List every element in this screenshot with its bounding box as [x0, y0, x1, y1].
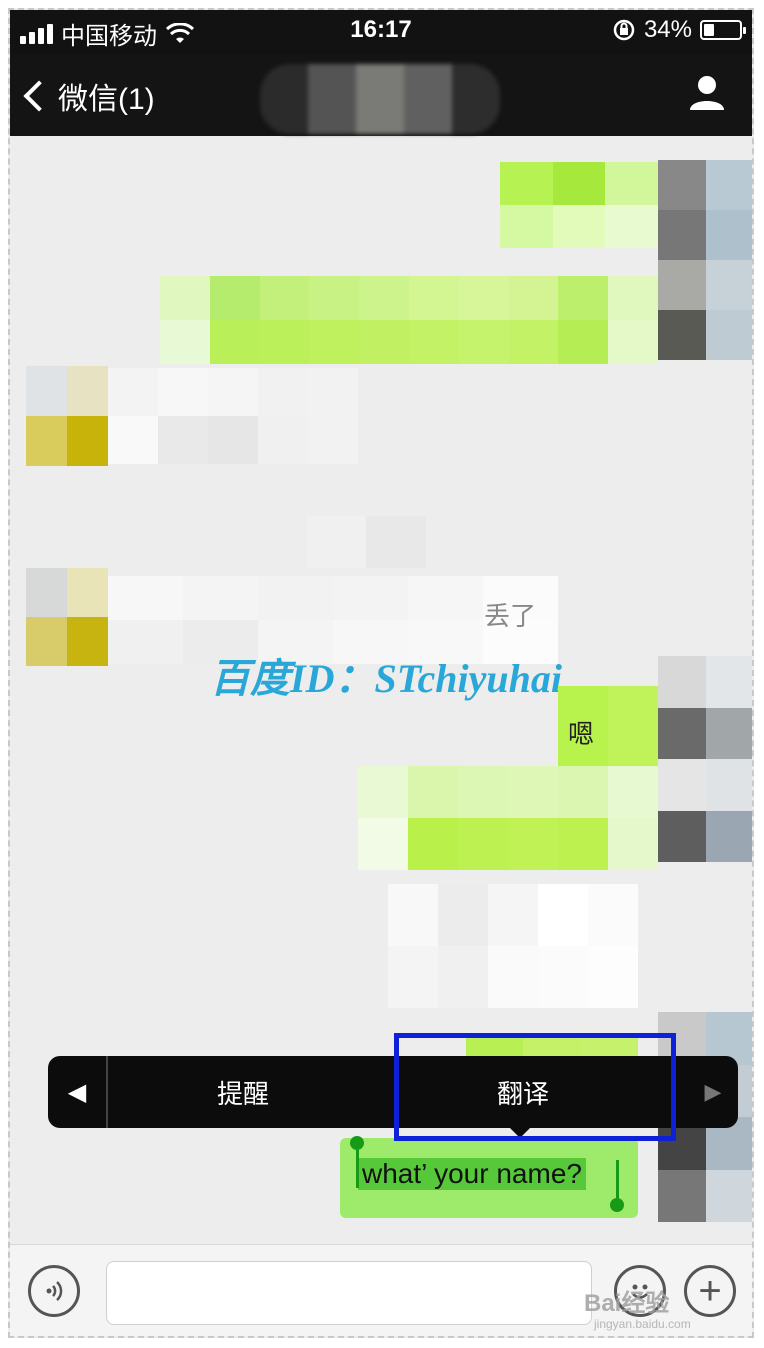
- chat-area: 丢了 百度ID：STchiyuhai 嗯 what’ your name? ◀ …: [10, 136, 752, 1244]
- selection-cursor-end: [616, 1160, 619, 1200]
- message-bubble-blurred: [306, 516, 426, 568]
- message-partial-text: 嗯: [568, 719, 595, 749]
- rotation-lock-icon: [613, 19, 635, 41]
- menu-prev-arrow[interactable]: ◀: [48, 1056, 108, 1128]
- selected-message-text[interactable]: what’ your name?: [358, 1158, 586, 1190]
- status-right: 34%: [612, 16, 746, 44]
- contact-title-blurred: [260, 64, 500, 134]
- message-bubble-contact: [108, 368, 358, 464]
- chevron-left-icon: [23, 80, 55, 112]
- battery-icon: [700, 20, 746, 40]
- menu-next-arrow[interactable]: ▶: [688, 1056, 738, 1128]
- plus-icon: +: [698, 1268, 722, 1313]
- nav-bar: 微信(1): [10, 54, 752, 136]
- back-button[interactable]: 微信(1): [23, 74, 155, 118]
- watermark-text: 百度ID：STchiyuhai: [210, 656, 562, 701]
- status-bar: 中国移动 16:17 34%: [10, 10, 752, 54]
- menu-item-remind[interactable]: 提醒: [168, 1074, 318, 1111]
- voice-icon: [46, 1281, 63, 1301]
- message-partial-text: 丢了: [484, 601, 537, 631]
- plus-button[interactable]: +: [684, 1265, 736, 1317]
- message-bubble-self: [500, 162, 658, 248]
- selected-message-bubble[interactable]: what’ your name?: [340, 1138, 638, 1218]
- avatar-self-1: [658, 160, 752, 360]
- message-bubble-self: [160, 276, 658, 364]
- profile-icon[interactable]: [688, 74, 726, 112]
- selection-handle-start[interactable]: [350, 1136, 364, 1150]
- baidu-logo-watermark: Bai经验: [584, 1290, 670, 1317]
- avatar-contact-2: [26, 568, 108, 666]
- message-input[interactable]: [106, 1261, 592, 1325]
- avatar-contact-1: [26, 366, 108, 466]
- selection-handle-end[interactable]: [610, 1198, 624, 1212]
- battery-percent: 34%: [643, 16, 692, 43]
- voice-button[interactable]: [28, 1265, 80, 1317]
- selection-cursor-start: [356, 1150, 359, 1188]
- baidu-url-watermark: jingyan.baidu.com: [594, 1317, 691, 1331]
- input-bar: + Bai经验 jingyan.baidu.com: [10, 1244, 752, 1336]
- avatar-self-2: [658, 656, 752, 862]
- highlight-box: [394, 1033, 676, 1141]
- message-bubble-self: [358, 766, 658, 870]
- message-bubble-blurred: [388, 884, 638, 1008]
- screenshot-frame: 中国移动 16:17 34% 微信(1) 丢了 百度ID：STchiyuhai …: [8, 8, 754, 1338]
- back-label: 微信(1): [58, 83, 155, 116]
